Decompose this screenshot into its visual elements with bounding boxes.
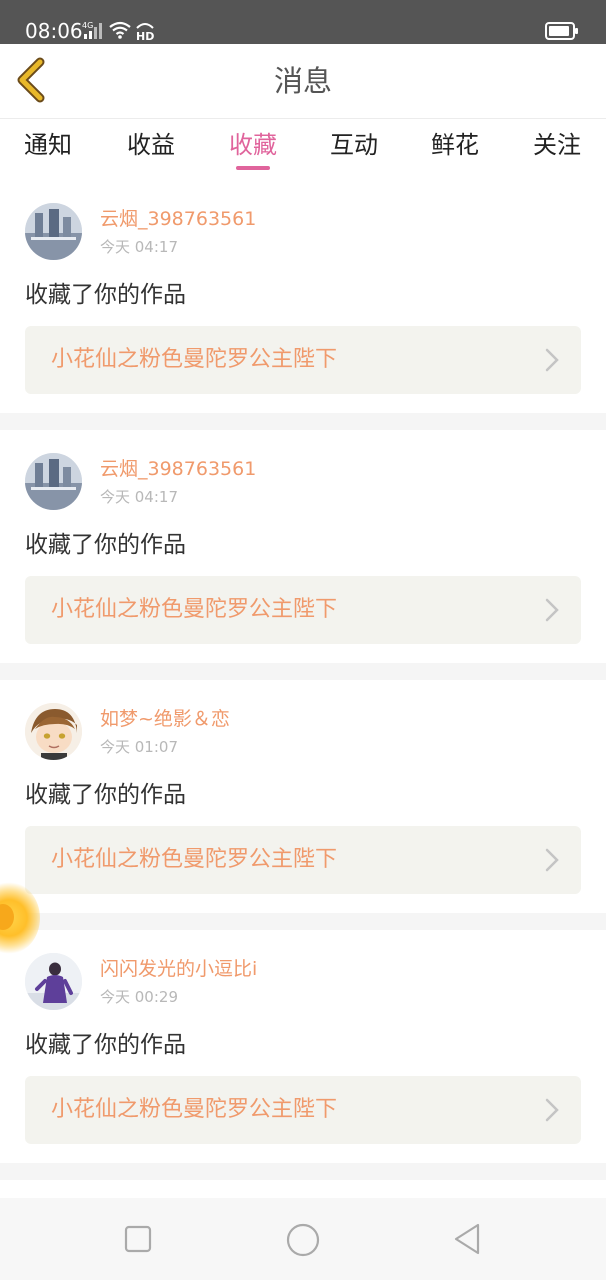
signal-icon: 4G: [82, 20, 106, 44]
username[interactable]: 闪闪发光的小逗比i: [100, 957, 257, 981]
card-divider: [0, 663, 606, 680]
card-divider: [0, 413, 606, 430]
work-title: 小花仙之粉色曼陀罗公主陛下: [51, 1097, 338, 1122]
timestamp: 今天 04:17: [100, 238, 178, 256]
circle-icon: [286, 1223, 320, 1257]
svg-text:HD: HD: [136, 30, 154, 42]
work-title: 小花仙之粉色曼陀罗公主陛下: [51, 347, 338, 372]
avatar[interactable]: [25, 703, 82, 760]
status-time: 08:06: [25, 19, 83, 43]
title-bar: 消息: [0, 44, 606, 119]
action-text: 收藏了你的作品: [25, 1032, 186, 1058]
work-link[interactable]: 小花仙之粉色曼陀罗公主陛下: [25, 576, 581, 644]
battery-icon: [545, 22, 579, 44]
message-card: 云烟_398763561 今天 04:17 收藏了你的作品 小花仙之粉色曼陀罗公…: [0, 180, 606, 413]
action-text: 收藏了你的作品: [25, 532, 186, 558]
tab-follows[interactable]: 关注: [507, 129, 606, 161]
tab-notifications[interactable]: 通知: [0, 129, 98, 161]
page-title: 消息: [273, 64, 332, 98]
hd-call-icon: HD: [134, 20, 156, 46]
svg-text:4G: 4G: [82, 21, 93, 30]
username[interactable]: 云烟_398763561: [100, 457, 256, 481]
home-button[interactable]: [284, 1221, 322, 1259]
message-card: 如梦~绝影＆恋 今天 01:07 收藏了你的作品 小花仙之粉色曼陀罗公主陛下: [0, 680, 606, 913]
action-text: 收藏了你的作品: [25, 782, 186, 808]
message-card: 闪闪发光的小逗比i 今天 00:29 收藏了你的作品 小花仙之粉色曼陀罗公主陛下: [0, 930, 606, 1163]
active-tab-indicator: [236, 166, 270, 170]
action-text: 收藏了你的作品: [25, 282, 186, 308]
status-bar: 08:06 4G HD: [0, 0, 606, 44]
tab-flowers[interactable]: 鲜花: [405, 129, 505, 161]
chevron-right-icon: [545, 348, 559, 376]
avatar[interactable]: [25, 953, 82, 1010]
chevron-right-icon: [545, 848, 559, 876]
work-title: 小花仙之粉色曼陀罗公主陛下: [51, 597, 338, 622]
tab-bar: 通知 收益 收藏 互动 鲜花 关注: [0, 119, 606, 179]
wifi-icon: [108, 20, 132, 44]
message-card: 云烟_398763561 今天 04:17 收藏了你的作品 小花仙之粉色曼陀罗公…: [0, 430, 606, 663]
timestamp: 今天 00:29: [100, 988, 178, 1006]
system-nav-bar: [0, 1198, 606, 1280]
avatar[interactable]: [25, 453, 82, 510]
timestamp: 今天 01:07: [100, 738, 178, 756]
avatar[interactable]: [25, 203, 82, 260]
tab-favorites[interactable]: 收藏: [203, 129, 303, 161]
username[interactable]: 如梦~绝影＆恋: [100, 707, 230, 731]
timestamp: 今天 04:17: [100, 488, 178, 506]
message-list: 云烟_398763561 今天 04:17 收藏了你的作品 小花仙之粉色曼陀罗公…: [0, 180, 606, 1180]
work-link[interactable]: 小花仙之粉色曼陀罗公主陛下: [25, 826, 581, 894]
tab-interactions[interactable]: 互动: [304, 129, 404, 161]
triangle-back-icon: [454, 1223, 480, 1255]
coin-icon: [0, 904, 14, 930]
work-title: 小花仙之粉色曼陀罗公主陛下: [51, 847, 338, 872]
username[interactable]: 云烟_398763561: [100, 207, 256, 231]
back-nav-button[interactable]: [450, 1221, 486, 1257]
square-icon: [124, 1225, 152, 1253]
card-divider: [0, 913, 606, 930]
tab-earnings[interactable]: 收益: [101, 129, 201, 161]
chevron-right-icon: [545, 1098, 559, 1126]
card-divider: [0, 1163, 606, 1180]
recent-apps-button[interactable]: [120, 1221, 156, 1257]
chevron-right-icon: [545, 598, 559, 626]
work-link[interactable]: 小花仙之粉色曼陀罗公主陛下: [25, 326, 581, 394]
work-link[interactable]: 小花仙之粉色曼陀罗公主陛下: [25, 1076, 581, 1144]
